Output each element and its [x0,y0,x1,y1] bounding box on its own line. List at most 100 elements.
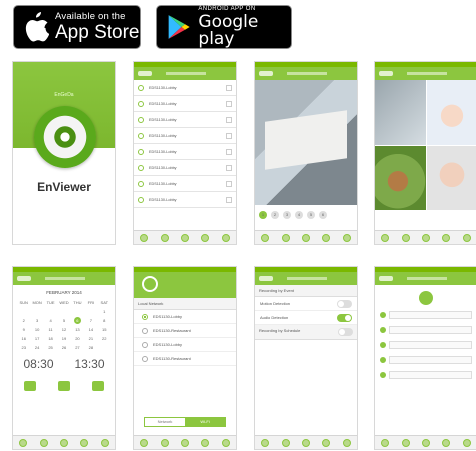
camera-icon[interactable] [58,381,70,391]
checkbox[interactable] [226,100,232,107]
calendar-day[interactable]: 24 [30,344,43,351]
calendar-grid[interactable]: SUN MON TUE WED THU FRI SAT 1 2 3 4 5 6 7 8 9 10 11 12 13 14… [13,295,115,351]
tab-icon[interactable] [401,233,410,242]
tab-icon[interactable] [221,438,230,447]
tab-icon[interactable] [201,233,210,242]
camera-list-item[interactable]: EDS1130-Lobby [134,112,236,128]
camera-list-item[interactable]: EDS1130-Lobby [134,192,236,208]
page-dot[interactable]: 1 [259,211,267,219]
calendar-day[interactable]: 10 [30,326,43,333]
camera-feed-image[interactable] [426,145,476,210]
page-selector[interactable]: 123456 [259,211,353,219]
username-field[interactable] [389,311,472,319]
camera-list-item[interactable]: EDS1130-Lobby [134,144,236,160]
tab-icon[interactable] [201,438,210,447]
calendar-day[interactable]: 26 [57,344,70,351]
google-play-badge[interactable]: ANDROID APP ON Google play [156,5,292,49]
calendar-day[interactable]: 16 [17,335,30,342]
tab-icon[interactable] [59,438,68,447]
tab-icon[interactable] [261,233,270,242]
seg-network[interactable]: Network [145,418,185,426]
snapshot-icon[interactable] [92,381,104,391]
calendar-day[interactable]: 13 [71,326,84,333]
camera-feed-image[interactable] [375,80,426,145]
calendar-day[interactable] [98,344,111,351]
tab-icon[interactable] [462,233,471,242]
tab-icon[interactable] [421,438,430,447]
tab-icon[interactable] [261,438,270,447]
calendar-day[interactable]: 2 [17,317,30,324]
calendar-day[interactable]: 8 [98,317,111,324]
calendar-day[interactable]: 9 [17,326,30,333]
calendar-day[interactable]: 28 [84,344,97,351]
calendar-day[interactable] [44,308,57,315]
calendar-day[interactable]: 23 [17,344,30,351]
calendar-day[interactable]: 4 [44,317,57,324]
calendar-day[interactable] [17,308,30,315]
tab-icon[interactable] [322,233,331,242]
server-field[interactable] [389,371,472,379]
network-camera-item[interactable]: EDS1130-Restaurant [134,352,236,366]
calendar-day[interactable]: 21 [84,335,97,342]
calendar-day[interactable]: 5 [57,317,70,324]
camera-list-item[interactable]: EDS1130-Lobby [134,160,236,176]
tab-icon[interactable] [281,438,290,447]
radio-button[interactable] [142,355,148,362]
calendar-day[interactable]: 17 [30,335,43,342]
password-field[interactable] [389,326,472,334]
calendar-day[interactable]: 6 [73,317,81,324]
time-to[interactable]: 13:30 [74,357,104,371]
tab-icon[interactable] [381,438,390,447]
radio-button[interactable] [142,341,148,348]
tab-icon[interactable] [140,233,149,242]
tab-icon[interactable] [160,233,169,242]
radio-button[interactable] [142,313,148,320]
calendar-day[interactable]: 7 [84,317,97,324]
tab-icon[interactable] [421,233,430,242]
calendar-day[interactable]: 20 [71,335,84,342]
calendar-day[interactable] [71,308,84,315]
tab-icon[interactable] [100,438,109,447]
calendar-day[interactable] [30,308,43,315]
tab-icon[interactable] [381,233,390,242]
checkbox[interactable] [226,132,232,139]
tab-icon[interactable] [322,438,331,447]
tab-icon[interactable] [281,233,290,242]
calendar-day[interactable]: 25 [44,344,57,351]
page-dot[interactable]: 2 [271,211,279,219]
camera-list-item[interactable]: EDS1130-Lobby [134,96,236,112]
camera-list-item[interactable]: EDS1130-Lobby [134,80,236,96]
confirm-field[interactable] [389,341,472,349]
calendar-day[interactable] [57,308,70,315]
tab-icon[interactable] [342,438,351,447]
calendar-day[interactable]: 1 [98,308,111,315]
page-dot[interactable]: 5 [307,211,315,219]
record-icon[interactable] [24,381,36,391]
calendar-day[interactable]: 11 [44,326,57,333]
network-camera-item[interactable]: EDS1130-Lobby [134,310,236,324]
tab-icon[interactable] [19,438,28,447]
motion-toggle[interactable] [337,299,352,308]
calendar-day[interactable]: 27 [71,344,84,351]
tab-icon[interactable] [301,438,310,447]
email-field[interactable] [389,356,472,364]
checkbox[interactable] [226,116,232,123]
calendar-day[interactable]: 3 [30,317,43,324]
tab-icon[interactable] [442,438,451,447]
camera-feed-image[interactable] [375,145,426,210]
camera-list-item[interactable]: EDS1130-Lobby [134,128,236,144]
seg-wifi[interactable]: Wi-Fi [185,418,225,426]
tab-icon[interactable] [301,233,310,242]
checkbox[interactable] [226,148,232,155]
calendar-day[interactable]: 14 [84,326,97,333]
network-camera-item[interactable]: EDS1130-Lobby [134,338,236,352]
tab-icon[interactable] [80,438,89,447]
tab-icon[interactable] [442,233,451,242]
calendar-day[interactable]: 12 [57,326,70,333]
calendar-day[interactable]: 19 [57,335,70,342]
tab-icon[interactable] [160,438,169,447]
camera-add-icon[interactable] [142,276,158,292]
schedule-toggle[interactable] [338,328,353,336]
checkbox[interactable] [226,180,232,187]
tab-icon[interactable] [180,233,189,242]
